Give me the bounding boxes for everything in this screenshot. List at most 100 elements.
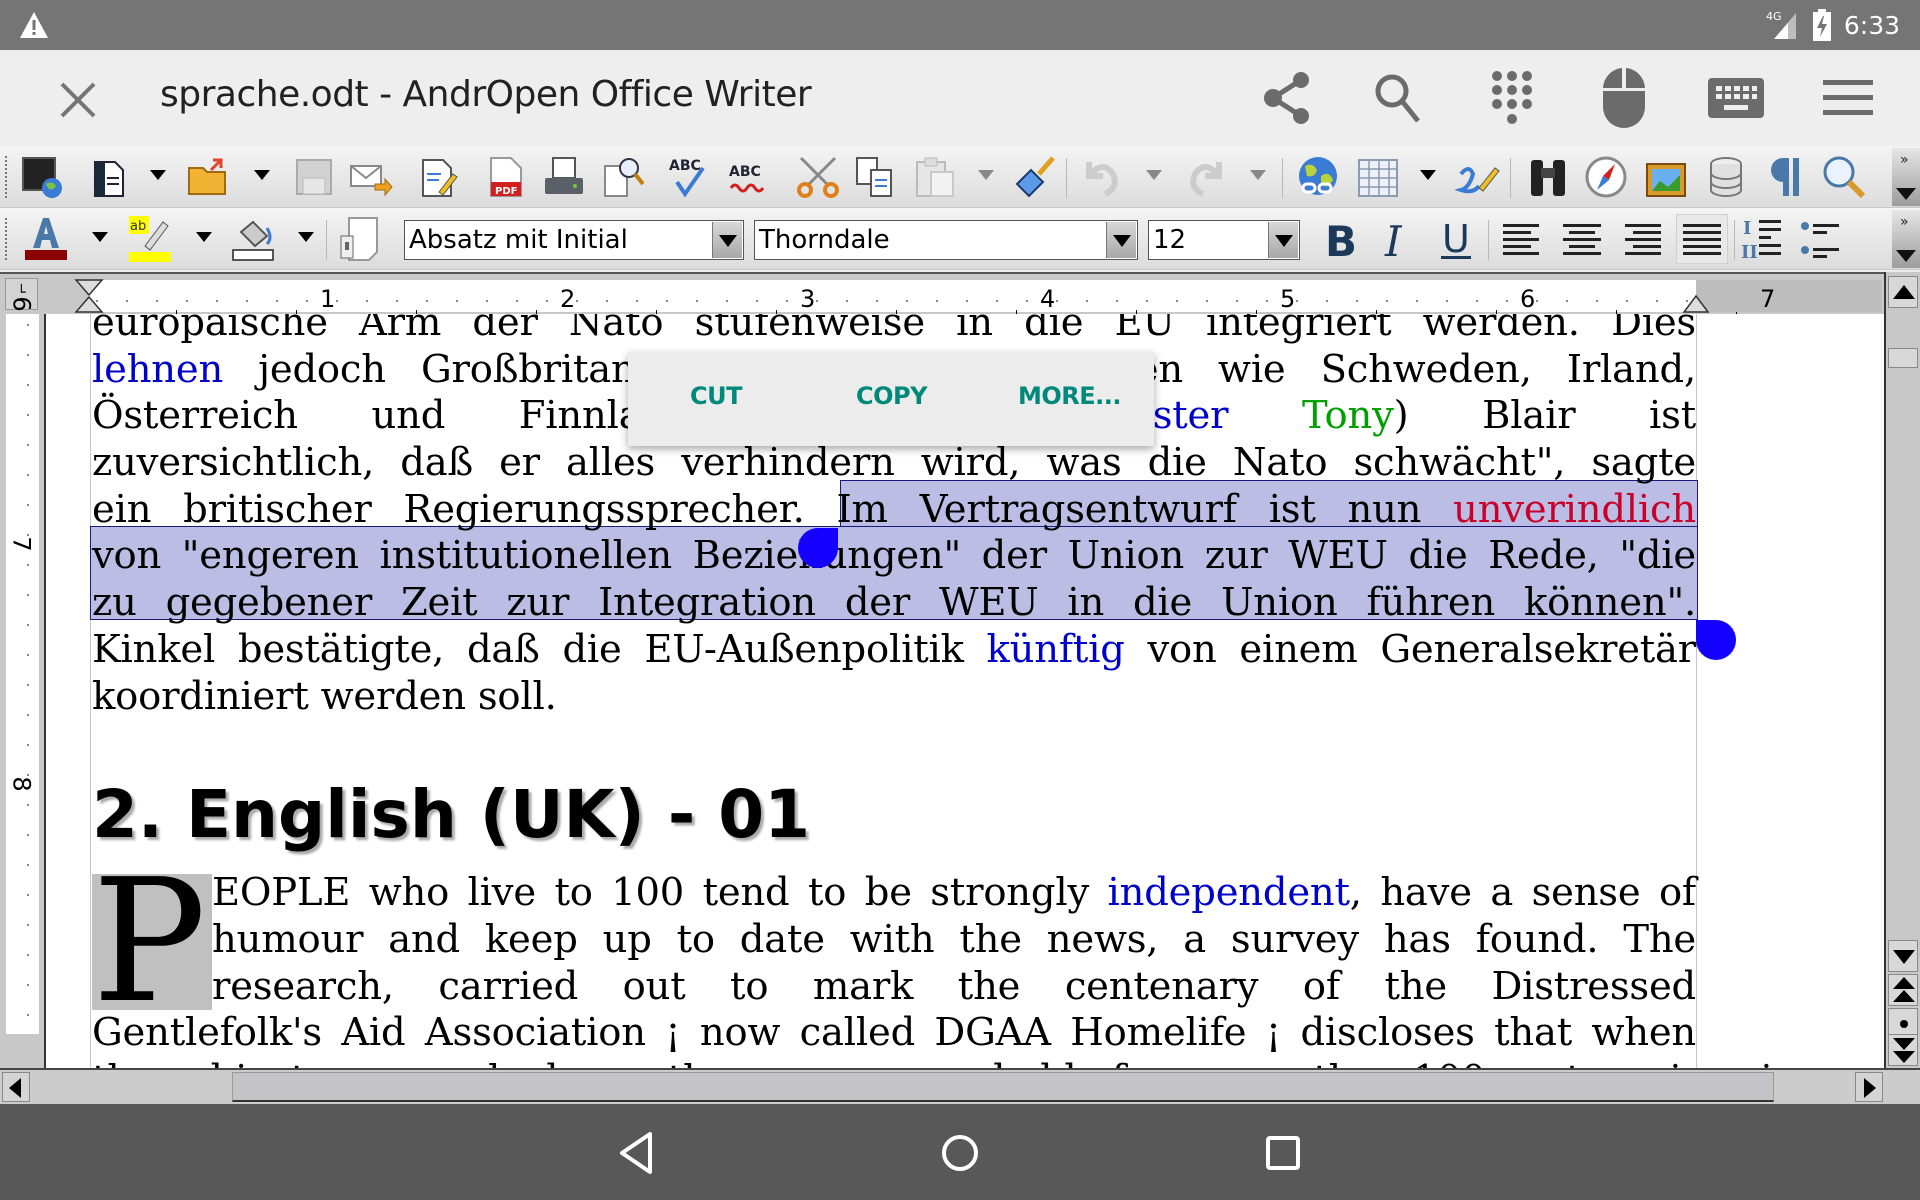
background-color-dropdown[interactable] bbox=[298, 232, 314, 242]
horizontal-ruler[interactable]: └ 123456 7 bbox=[0, 272, 1920, 316]
open-dropdown[interactable] bbox=[254, 170, 270, 180]
toolbar-grip[interactable] bbox=[5, 218, 7, 260]
font-color-dropdown[interactable] bbox=[92, 232, 108, 242]
gallery-button[interactable] bbox=[1640, 152, 1692, 202]
numbering-button[interactable]: I II bbox=[1738, 214, 1790, 264]
print-button[interactable] bbox=[538, 152, 590, 202]
selection-start-handle[interactable] bbox=[798, 528, 838, 568]
data-sources-button[interactable] bbox=[1700, 152, 1752, 202]
new-document-dropdown[interactable] bbox=[150, 170, 166, 180]
selection-end-handle[interactable] bbox=[1696, 620, 1736, 660]
scroll-right-button[interactable] bbox=[1855, 1072, 1883, 1102]
align-left-button[interactable] bbox=[1496, 214, 1548, 264]
horizontal-scroll-thumb[interactable] bbox=[232, 1072, 1774, 1102]
ruler-dot bbox=[816, 300, 818, 302]
bold-button[interactable]: B bbox=[1314, 214, 1366, 264]
undo-button[interactable] bbox=[1076, 152, 1128, 202]
ruler-dot bbox=[1116, 300, 1118, 302]
font-color-button[interactable] bbox=[20, 214, 72, 264]
new-document-button[interactable] bbox=[84, 152, 136, 202]
copy-button[interactable] bbox=[850, 152, 902, 202]
find-replace-button[interactable] bbox=[1522, 152, 1574, 202]
home-icon[interactable] bbox=[935, 1128, 985, 1178]
hyperlink-button[interactable] bbox=[1292, 152, 1344, 202]
back-icon[interactable] bbox=[612, 1128, 662, 1178]
edit-document-icon bbox=[422, 159, 458, 197]
redo-button[interactable] bbox=[1180, 152, 1232, 202]
highlighting-button[interactable]: ab bbox=[124, 214, 176, 264]
show-draw-button[interactable] bbox=[1452, 152, 1504, 202]
page-preview-button[interactable] bbox=[598, 152, 650, 202]
text-line: Gentlefolk's Aid Association ¡ now calle… bbox=[92, 1010, 1696, 1056]
font-name-dropdown[interactable] bbox=[1106, 222, 1136, 258]
styles-button[interactable] bbox=[334, 214, 386, 264]
previous-page-button[interactable] bbox=[1888, 974, 1918, 1006]
paragraph-style-dropdown[interactable] bbox=[712, 222, 742, 258]
clone-formatting-button[interactable] bbox=[1010, 152, 1062, 202]
justify-button[interactable] bbox=[1676, 214, 1728, 264]
font-size-combobox[interactable]: 12 bbox=[1148, 220, 1300, 260]
table-dropdown[interactable] bbox=[1420, 170, 1436, 180]
cut-button[interactable] bbox=[792, 152, 844, 202]
svg-text:ABC: ABC bbox=[729, 164, 761, 180]
text-line: ein britischer Regierungssprecher. Im Ve… bbox=[92, 486, 1696, 532]
vertical-scroll-thumb[interactable] bbox=[1888, 348, 1918, 368]
save-button[interactable] bbox=[288, 152, 340, 202]
formatting-marks-button[interactable] bbox=[1760, 152, 1812, 202]
background-color-button[interactable] bbox=[228, 214, 280, 264]
clock: 6:33 bbox=[1843, 10, 1900, 40]
scroll-left-button[interactable] bbox=[2, 1072, 30, 1102]
paste-button[interactable] bbox=[910, 152, 962, 202]
align-right-button[interactable] bbox=[1616, 214, 1668, 264]
italic-button[interactable]: I bbox=[1370, 214, 1422, 264]
align-center-button[interactable] bbox=[1556, 214, 1608, 264]
toolbar-grip[interactable] bbox=[5, 156, 7, 198]
autospellcheck-button[interactable]: ABC bbox=[724, 152, 776, 202]
mouse-button[interactable] bbox=[1594, 68, 1654, 128]
recents-icon[interactable] bbox=[1258, 1128, 1308, 1178]
vertical-ruler[interactable]: 6 7 8 bbox=[0, 296, 44, 1068]
undo-dropdown[interactable] bbox=[1146, 170, 1162, 180]
horizontal-scrollbar[interactable] bbox=[0, 1068, 1920, 1104]
ruler-dot bbox=[306, 300, 308, 302]
zoom-button[interactable] bbox=[1818, 152, 1870, 202]
export-pdf-button[interactable]: PDF bbox=[480, 152, 532, 202]
search-button[interactable] bbox=[1368, 68, 1428, 128]
edit-file-button[interactable] bbox=[412, 152, 464, 202]
bullets-button[interactable] bbox=[1794, 214, 1846, 264]
ruler-track[interactable]: 1 2 3 4 5 6 bbox=[88, 280, 1737, 316]
keyboard-button[interactable] bbox=[1706, 68, 1766, 128]
underline-button[interactable]: U bbox=[1430, 214, 1482, 264]
ruler-dot bbox=[696, 300, 698, 302]
bullets-icon bbox=[1801, 222, 1839, 258]
paragraph-style-combobox[interactable]: Absatz mit Initial bbox=[404, 220, 744, 260]
keypad-button[interactable] bbox=[1482, 68, 1542, 128]
next-page-button[interactable] bbox=[1888, 1034, 1918, 1066]
navigator-button[interactable] bbox=[1580, 152, 1632, 202]
email-button[interactable] bbox=[344, 152, 396, 202]
toolbar-overflow-button[interactable]: » bbox=[1892, 148, 1920, 206]
paste-dropdown[interactable] bbox=[978, 170, 994, 180]
menu-button[interactable] bbox=[1818, 68, 1878, 128]
scroll-up-button[interactable] bbox=[1888, 276, 1918, 308]
right-indent-marker[interactable] bbox=[1682, 294, 1710, 314]
ruler-dot bbox=[996, 300, 998, 302]
ruler-dot bbox=[906, 300, 908, 302]
copy-menu-button[interactable]: COPY bbox=[856, 382, 927, 410]
table-button[interactable] bbox=[1352, 152, 1404, 202]
close-icon[interactable] bbox=[56, 78, 100, 122]
toolbar-overflow-button[interactable]: » bbox=[1892, 210, 1920, 268]
spellcheck-button[interactable]: ABC bbox=[664, 152, 716, 202]
vertical-scrollbar[interactable] bbox=[1884, 272, 1920, 1068]
scroll-down-button[interactable] bbox=[1888, 940, 1918, 972]
left-indent-marker[interactable] bbox=[74, 278, 104, 314]
redo-dropdown[interactable] bbox=[1250, 170, 1266, 180]
more-menu-button[interactable]: MORE... bbox=[1018, 382, 1122, 410]
font-size-dropdown[interactable] bbox=[1268, 222, 1298, 258]
open-button[interactable] bbox=[182, 152, 234, 202]
share-button[interactable] bbox=[1258, 68, 1318, 128]
show-draw-functions-button[interactable] bbox=[16, 152, 68, 202]
cut-menu-button[interactable]: CUT bbox=[690, 382, 742, 410]
font-name-combobox[interactable]: Thorndale bbox=[754, 220, 1138, 260]
highlighting-dropdown[interactable] bbox=[196, 232, 212, 242]
